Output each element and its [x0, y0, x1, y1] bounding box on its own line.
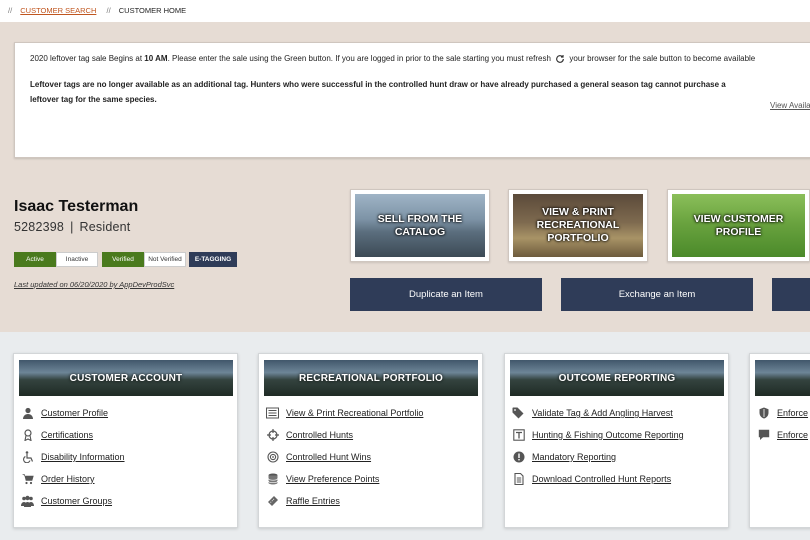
link-label[interactable]: Enforce [777, 408, 808, 418]
card-links: Validate Tag & Add Angling Harvest Hunti… [512, 402, 684, 490]
shield-icon [757, 407, 770, 420]
ticket-icon [266, 495, 279, 508]
customer-residency: Resident [79, 220, 131, 234]
link-label[interactable]: Disability Information [41, 452, 125, 462]
wheelchair-icon [21, 451, 34, 464]
target-icon [266, 451, 279, 464]
link-label[interactable]: Certifications [41, 430, 93, 440]
breadcrumb-separator: // [106, 6, 111, 15]
database-icon [266, 473, 279, 486]
customer-id: 5282398 [14, 220, 65, 234]
customer-id-residency: 5282398 | Resident [14, 220, 130, 234]
refresh-icon [556, 54, 565, 63]
list-item[interactable]: Download Controlled Hunt Reports [512, 468, 684, 490]
notice-text: your browser for the sale button to beco… [569, 54, 756, 63]
comment-icon [757, 429, 770, 442]
list-item[interactable]: Disability Information [21, 446, 125, 468]
notice-text: 2020 leftover tag sale Begins at [30, 54, 145, 63]
tile-label: VIEW & PRINT RECREATIONAL PORTFOLIO [513, 194, 643, 257]
breadcrumb: // CUSTOMER SEARCH // CUSTOMER HOME [0, 0, 810, 22]
cart-icon [21, 473, 34, 486]
report-icon [512, 429, 525, 442]
link-label[interactable]: Hunting & Fishing Outcome Reporting [532, 430, 684, 440]
list-item[interactable]: Controlled Hunt Wins [266, 446, 423, 468]
tile-label: SELL FROM THE CATALOG [355, 194, 485, 257]
ribbon-icon [21, 429, 34, 442]
card-title: CUSTOMER ACCOUNT [19, 360, 233, 396]
customer-name: Isaac Testerman [14, 198, 139, 215]
sell-from-catalog-tile[interactable]: SELL FROM THE CATALOG [350, 189, 490, 262]
link-label[interactable]: Customer Groups [41, 496, 112, 506]
notice-line-2: Leftover tags are no longer available as… [30, 80, 726, 104]
link-label[interactable]: Controlled Hunt Wins [286, 452, 371, 462]
view-customer-profile-tile[interactable]: VIEW CUSTOMER PROFILE [667, 189, 810, 262]
list-item[interactable]: Customer Profile [21, 402, 125, 424]
list-item[interactable]: Enforce [757, 402, 808, 424]
duplicate-item-button[interactable]: Duplicate an Item [350, 278, 542, 311]
breadcrumb-customer-search-link[interactable]: CUSTOMER SEARCH [20, 6, 96, 15]
list-item[interactable]: Validate Tag & Add Angling Harvest [512, 402, 684, 424]
link-label[interactable]: View & Print Recreational Portfolio [286, 408, 423, 418]
crosshair-icon [266, 429, 279, 442]
notice-time: 10 AM [144, 54, 168, 63]
outcome-reporting-card: OUTCOME REPORTING Validate Tag & Add Ang… [504, 353, 729, 528]
breadcrumb-separator: // [8, 6, 13, 15]
list-item[interactable]: Raffle Entries [266, 490, 423, 512]
active-toggle[interactable]: Active [14, 252, 56, 267]
list-item[interactable]: View Preference Points [266, 468, 423, 490]
document-icon [512, 473, 525, 486]
card-title: RECREATIONAL PORTFOLIO [264, 360, 478, 396]
customer-account-card: CUSTOMER ACCOUNT Customer Profile Certif… [13, 353, 238, 528]
tag-icon [512, 407, 525, 420]
link-label[interactable]: Customer Profile [41, 408, 108, 418]
recreational-portfolio-card: RECREATIONAL PORTFOLIO View & Print Recr… [258, 353, 483, 528]
link-label[interactable]: Download Controlled Hunt Reports [532, 474, 671, 484]
not-verified-toggle[interactable]: Not Verified [144, 252, 186, 267]
list-item[interactable]: Controlled Hunts [266, 424, 423, 446]
notice-line-1: 2020 leftover tag sale Begins at 10 AM. … [30, 51, 770, 66]
sale-notice: 2020 leftover tag sale Begins at 10 AM. … [14, 42, 810, 158]
link-label[interactable]: Order History [41, 474, 95, 484]
tile-label: VIEW CUSTOMER PROFILE [672, 194, 805, 257]
etagging-badge: E-TAGGING [189, 252, 237, 267]
card-links: View & Print Recreational Portfolio Cont… [266, 402, 423, 512]
link-label[interactable]: Raffle Entries [286, 496, 340, 506]
list-icon [266, 407, 279, 420]
person-icon [21, 407, 34, 420]
notice-text: . Please enter the sale using the Green … [167, 54, 551, 63]
card-links: Customer Profile Certifications Disabili… [21, 402, 125, 512]
divider: | [70, 220, 74, 234]
list-item[interactable]: Order History [21, 468, 125, 490]
link-label[interactable]: Controlled Hunts [286, 430, 353, 440]
breadcrumb-current: CUSTOMER HOME [118, 6, 187, 15]
list-item[interactable]: Mandatory Reporting [512, 446, 684, 468]
list-item[interactable]: Enforce [757, 424, 808, 446]
card-title [755, 360, 810, 396]
link-label[interactable]: Enforce [777, 430, 808, 440]
card-links: Enforce Enforce [757, 402, 808, 446]
list-item[interactable]: View & Print Recreational Portfolio [266, 402, 423, 424]
last-updated: Last updated on 06/20/2020 by AppDevProd… [14, 280, 175, 289]
alert-icon [512, 451, 525, 464]
status-badges: Active Inactive Verified Not Verified E-… [14, 252, 237, 267]
enforcement-card: Enforce Enforce [749, 353, 810, 528]
link-label[interactable]: Mandatory Reporting [532, 452, 616, 462]
list-item[interactable]: Customer Groups [21, 490, 125, 512]
additional-action-button[interactable] [772, 278, 810, 311]
group-icon [21, 495, 34, 508]
view-availability-link[interactable]: View Availa [770, 98, 810, 113]
list-item[interactable]: Certifications [21, 424, 125, 446]
link-label[interactable]: View Preference Points [286, 474, 379, 484]
view-print-portfolio-tile[interactable]: VIEW & PRINT RECREATIONAL PORTFOLIO [508, 189, 648, 262]
inactive-toggle[interactable]: Inactive [56, 252, 98, 267]
link-label[interactable]: Validate Tag & Add Angling Harvest [532, 408, 673, 418]
list-item[interactable]: Hunting & Fishing Outcome Reporting [512, 424, 684, 446]
exchange-item-button[interactable]: Exchange an Item [561, 278, 753, 311]
card-title: OUTCOME REPORTING [510, 360, 724, 396]
verified-toggle[interactable]: Verified [102, 252, 144, 267]
